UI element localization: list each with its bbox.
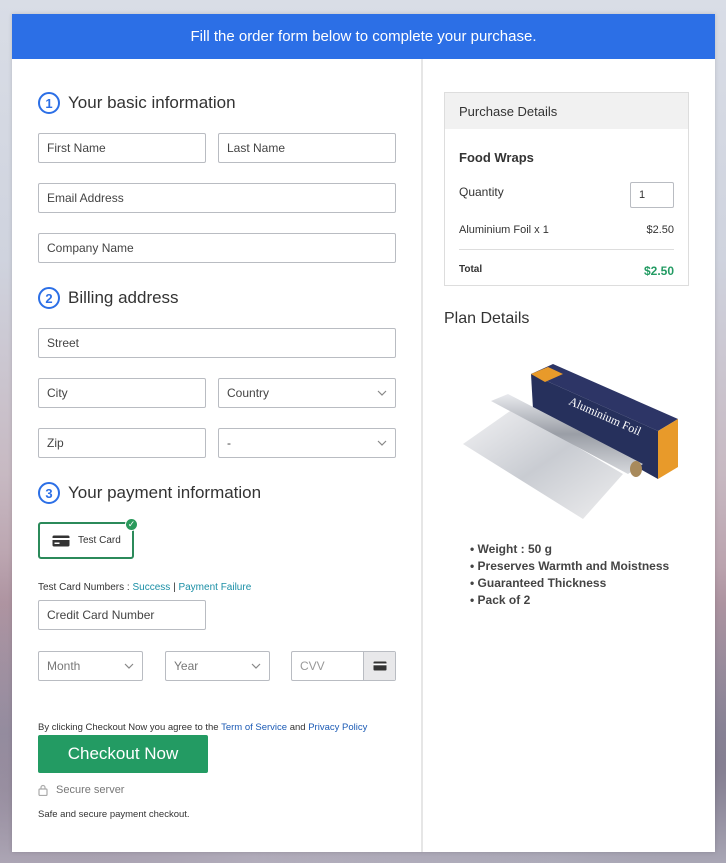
selected-check-icon: ✓ — [125, 518, 138, 531]
email-field[interactable]: Email Address — [38, 183, 396, 213]
aluminium-foil-product-image: Aluminium Foil — [463, 364, 678, 519]
feature-text: Weight : 50 g — [477, 542, 552, 556]
company-field[interactable]: Company Name — [38, 233, 396, 263]
total-row: Total $2.50 — [459, 264, 674, 278]
state-select-value: - — [227, 436, 231, 450]
total-label: Total — [459, 264, 483, 275]
city-field[interactable]: City — [38, 378, 206, 408]
order-summary: Purchase Details Food Wraps Quantity 1 A… — [425, 59, 715, 852]
terms-of-service-link[interactable]: Term of Service — [221, 722, 287, 733]
line-item-row: Aluminium Foil x 1 $2.50 — [459, 224, 674, 236]
step-number: 2 — [38, 287, 60, 309]
feature-text: Preserves Warmth and Moistness — [477, 559, 670, 573]
divider — [459, 249, 674, 250]
state-select[interactable]: - — [218, 428, 396, 458]
section-title: Your payment information — [68, 483, 262, 502]
credit-card-icon — [52, 535, 70, 546]
test-card-option[interactable]: Test Card ✓ — [38, 518, 138, 559]
terms-text: By clicking Checkout Now you agree to th… — [38, 722, 367, 733]
card-number-field[interactable]: Credit Card Number — [38, 600, 206, 630]
purchase-details-panel: Purchase Details Food Wraps Quantity 1 A… — [444, 92, 689, 286]
test-card-numbers-label: Test Card Numbers : — [38, 582, 130, 593]
line-item-price: $2.50 — [646, 224, 674, 236]
plan-features-list: • Weight : 50 g • Preserves Warmth and M… — [470, 541, 669, 609]
month-select-value: Month — [47, 659, 81, 673]
terms-and: and — [289, 722, 306, 733]
chevron-down-icon — [377, 440, 387, 446]
last-name-field[interactable]: Last Name — [218, 133, 396, 163]
total-price: $2.50 — [643, 264, 674, 278]
product-name: Food Wraps — [459, 150, 534, 165]
chevron-down-icon — [251, 663, 261, 669]
list-item: • Preserves Warmth and Moistness — [470, 559, 670, 573]
secure-server-label: Secure server — [56, 784, 125, 796]
test-card-label: Test Card — [78, 535, 121, 546]
terms-prefix: By clicking Checkout Now you agree to th… — [38, 722, 219, 733]
payment-failure-link[interactable]: Payment Failure — [178, 582, 251, 593]
first-name-field[interactable]: First Name — [38, 133, 206, 163]
instruction-banner: Fill the order form below to complete yo… — [12, 14, 715, 59]
plan-details-heading: Plan Details — [444, 310, 530, 327]
cvv-placeholder: CVV — [300, 659, 325, 673]
list-item: • Guaranteed Thickness — [470, 576, 607, 590]
section-billing: 2 Billing address — [38, 287, 179, 309]
year-select-value: Year — [174, 659, 199, 673]
list-item: • Pack of 2 — [470, 593, 531, 607]
feature-text: Pack of 2 — [477, 593, 531, 607]
month-select[interactable]: Month — [38, 651, 143, 681]
section-title: Your basic information — [68, 93, 236, 112]
feature-text: Guaranteed Thickness — [477, 576, 607, 590]
line-item-name: Aluminium Foil x 1 — [459, 224, 549, 236]
lock-icon — [38, 784, 48, 796]
step-number: 1 — [38, 92, 60, 114]
checkout-button[interactable]: Checkout Now — [38, 735, 208, 773]
success-link[interactable]: Success — [132, 582, 170, 593]
checkout-container: Fill the order form below to complete yo… — [12, 14, 715, 852]
purchase-details-heading: Purchase Details — [445, 93, 688, 129]
quantity-input[interactable]: 1 — [630, 182, 674, 208]
test-card-numbers: Test Card Numbers : Success | Payment Fa… — [38, 582, 251, 593]
order-form: 1 Your basic information First Name Last… — [12, 59, 423, 852]
section-title: Billing address — [68, 288, 179, 307]
privacy-policy-link[interactable]: Privacy Policy — [308, 722, 367, 733]
country-select-value: Country — [227, 386, 270, 400]
country-select[interactable]: Country — [218, 378, 396, 408]
secure-server: Secure server — [38, 784, 124, 796]
list-item: • Weight : 50 g — [470, 542, 552, 556]
section-payment: 3 Your payment information — [38, 482, 261, 504]
chevron-down-icon — [377, 390, 387, 396]
link-separator: | — [173, 582, 176, 593]
street-field[interactable]: Street — [38, 328, 396, 358]
zip-field[interactable]: Zip — [38, 428, 206, 458]
cvv-field[interactable]: CVV — [291, 651, 396, 681]
year-select[interactable]: Year — [165, 651, 270, 681]
step-number: 3 — [38, 482, 60, 504]
section-basic-info: 1 Your basic information — [38, 92, 236, 114]
chevron-down-icon — [124, 663, 134, 669]
credit-card-icon — [363, 652, 395, 680]
secure-note: Safe and secure payment checkout. — [38, 809, 190, 820]
